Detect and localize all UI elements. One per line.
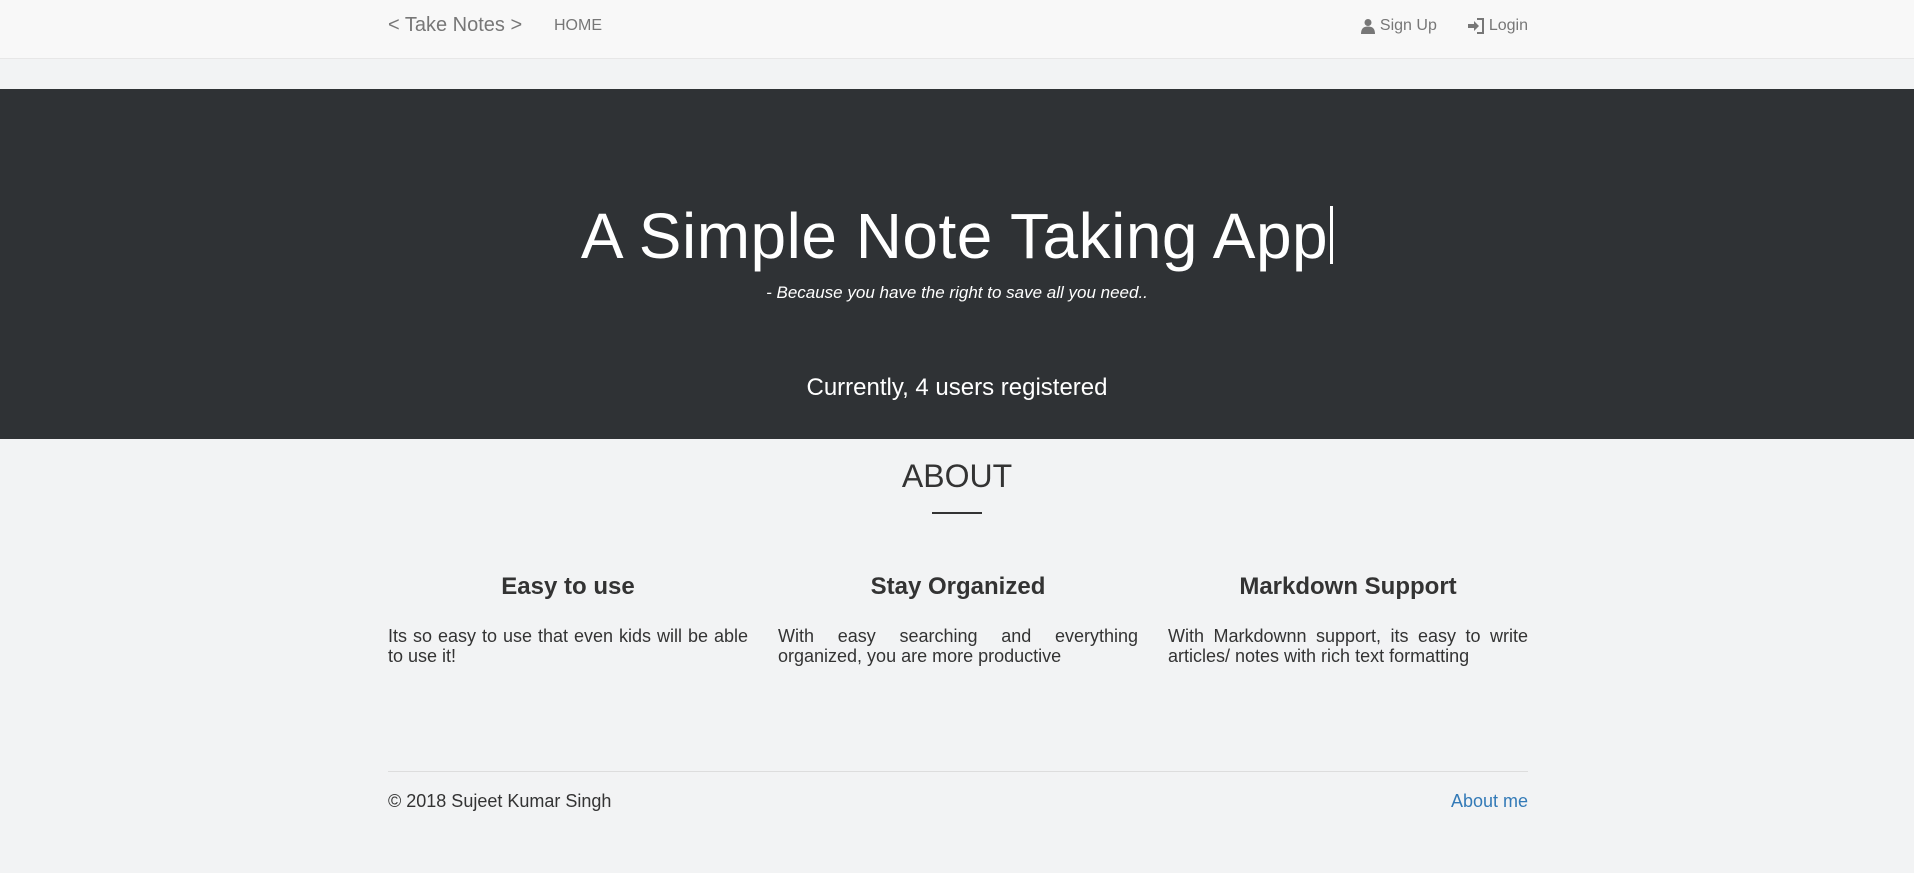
feature-title: Easy to use: [501, 573, 635, 600]
login-link[interactable]: Login: [1467, 16, 1528, 36]
hero-title-text: A Simple Note Taking App: [580, 200, 1329, 272]
feature-title: Stay Organized: [870, 573, 1046, 600]
navbar: < Take Notes > HOME Sign Up Login: [0, 0, 1914, 59]
login-icon: [1467, 18, 1485, 34]
about-divider: [932, 512, 982, 514]
feature-text: With easy searching and everything organ…: [778, 626, 1138, 666]
nav-right-group: Sign Up Login: [1360, 16, 1528, 36]
user-icon: [1360, 18, 1376, 34]
about-heading: ABOUT: [901, 458, 1013, 494]
feature-markdown-support: Markdown Support With Markdownn support,…: [1168, 570, 1528, 666]
typing-cursor: [1330, 206, 1334, 264]
hero-title: A Simple Note Taking App: [0, 201, 1914, 271]
footer-divider: [388, 771, 1528, 772]
signup-label: Sign Up: [1379, 17, 1437, 34]
nav-home-link[interactable]: HOME: [554, 17, 602, 35]
feature-title: Markdown Support: [1239, 573, 1457, 600]
hero-subtitle: - Because you have the right to save all…: [766, 283, 1148, 302]
feature-stay-organized: Stay Organized With easy searching and e…: [778, 570, 1138, 666]
feature-text: Its so easy to use that even kids will b…: [388, 626, 748, 666]
brand-link[interactable]: < Take Notes >: [388, 14, 522, 36]
navbar-container: < Take Notes > HOME Sign Up Login: [388, 0, 1528, 58]
login-label: Login: [1488, 17, 1528, 34]
hero-banner: A Simple Note Taking App - Because you h…: [0, 89, 1914, 439]
feature-easy-to-use: Easy to use Its so easy to use that even…: [388, 570, 748, 666]
signup-link[interactable]: Sign Up: [1360, 16, 1437, 36]
users-count-text: Currently, 4 users registered: [806, 374, 1108, 401]
about-me-link[interactable]: About me: [1451, 791, 1528, 811]
feature-text: With Markdownn support, its easy to writ…: [1168, 626, 1528, 666]
footer-copyright: © 2018 Sujeet Kumar Singh: [388, 791, 612, 811]
